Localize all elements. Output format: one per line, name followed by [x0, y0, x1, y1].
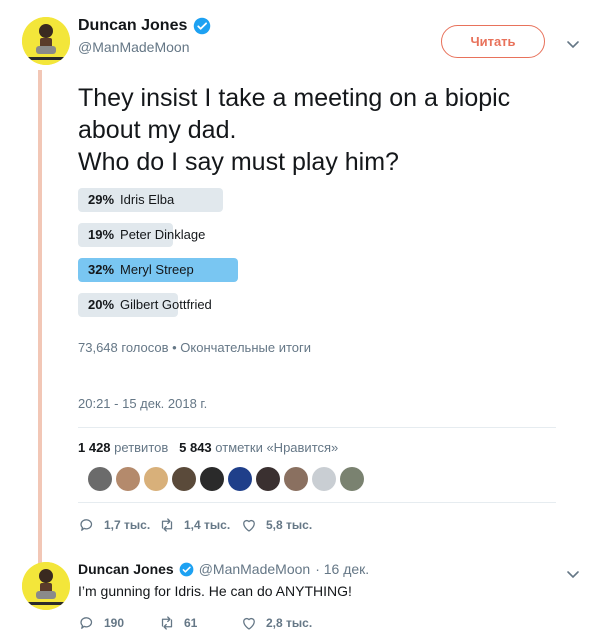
likes-label[interactable]: отметки «Нравится»: [215, 440, 338, 455]
chevron-down-icon[interactable]: [565, 36, 581, 52]
poll-option: 32% Meryl Streep: [78, 258, 498, 282]
like-count: 5,8 тыс.: [266, 518, 313, 532]
retweets-label[interactable]: ретвитов: [114, 440, 168, 455]
heart-icon: [243, 617, 255, 630]
author-name[interactable]: Duncan Jones: [78, 17, 187, 35]
reply-count: 1,7 тыс.: [104, 518, 151, 532]
retweet-action[interactable]: 1,4 тыс.: [158, 516, 240, 534]
reply-author-name[interactable]: Duncan Jones: [78, 561, 174, 577]
liker-avatar[interactable]: [116, 467, 140, 491]
poll-percent: 32%: [88, 262, 115, 277]
poll-option: 20% Gilbert Gottfried: [78, 293, 498, 317]
liker-avatar[interactable]: [88, 467, 112, 491]
poll-option-label: Meryl Streep: [120, 262, 194, 277]
poll-meta: 73,648 голосов • Окончательные итоги: [78, 340, 311, 355]
author-avatar[interactable]: [22, 17, 70, 65]
divider: [78, 427, 556, 428]
likes-count[interactable]: 5 843: [179, 440, 212, 455]
tweet-text: They insist I take a meeting on a biopic…: [78, 82, 568, 178]
liker-avatar[interactable]: [256, 467, 280, 491]
verified-badge-icon: [194, 17, 211, 35]
liker-avatar[interactable]: [144, 467, 168, 491]
reply-icon: [80, 519, 93, 531]
tweet-text-line: They insist I take a meeting on a biopic: [78, 84, 511, 112]
heart-icon: [243, 519, 255, 532]
retweet-count: 61: [184, 616, 198, 630]
reply-date[interactable]: · 16 дек.: [315, 561, 369, 577]
follow-button[interactable]: Читать: [441, 25, 545, 58]
reply-action[interactable]: 190: [78, 614, 158, 632]
chevron-down-icon[interactable]: [565, 566, 581, 582]
liker-avatar[interactable]: [200, 467, 224, 491]
like-action[interactable]: 2,8 тыс.: [240, 614, 312, 632]
like-count: 2,8 тыс.: [266, 616, 313, 630]
poll-option: 29% Idris Elba: [78, 188, 498, 212]
liker-avatar[interactable]: [228, 467, 252, 491]
verified-badge-icon: [179, 562, 194, 576]
reply-author-avatar[interactable]: [22, 562, 70, 610]
tweet-header: Duncan Jones @ManMadeMoon: [78, 17, 211, 55]
author-handle[interactable]: @ManMadeMoon: [78, 39, 211, 55]
reply-actions: 190 61 2,8 тыс.: [78, 614, 312, 632]
poll-option-label: Gilbert Gottfried: [120, 297, 212, 312]
poll: 29% Idris Elba 19% Peter Dinklage 32% Meryl…: [78, 188, 498, 328]
retweet-count: 1,4 тыс.: [184, 518, 231, 532]
liker-avatar[interactable]: [284, 467, 308, 491]
retweet-icon: [161, 518, 173, 532]
thread-line: [38, 70, 42, 566]
poll-percent: 29%: [88, 192, 115, 207]
poll-option-label: Peter Dinklage: [120, 227, 206, 242]
liker-avatar[interactable]: [340, 467, 364, 491]
poll-percent: 20%: [88, 297, 115, 312]
reply-author-handle[interactable]: @ManMadeMoon: [199, 561, 311, 577]
liker-avatars: [88, 467, 364, 491]
retweets-count[interactable]: 1 428: [78, 440, 111, 455]
liker-avatar[interactable]: [172, 467, 196, 491]
tweet-actions: 1,7 тыс. 1,4 тыс. 5,8 тыс.: [78, 516, 312, 534]
liker-avatar[interactable]: [312, 467, 336, 491]
reply-action[interactable]: 1,7 тыс.: [78, 516, 158, 534]
reply-count: 190: [104, 616, 125, 630]
reply-header: Duncan Jones @ManMadeMoon · 16 дек.: [78, 561, 369, 577]
poll-percent: 19%: [88, 227, 115, 242]
poll-option: 19% Peter Dinklage: [78, 223, 498, 247]
reply-text: I’m gunning for Idris. He can do ANYTHIN…: [78, 583, 352, 599]
retweet-icon: [161, 616, 173, 630]
tweet-text-line: Who do I say must play him?: [78, 148, 399, 176]
retweet-action[interactable]: 61: [158, 614, 240, 632]
tweet-text-line: about my dad.: [78, 116, 237, 144]
poll-option-label: Idris Elba: [120, 192, 175, 207]
divider: [78, 502, 556, 503]
tweet-timestamp[interactable]: 20:21 - 15 дек. 2018 г.: [78, 396, 207, 411]
reply-icon: [80, 617, 93, 629]
like-action[interactable]: 5,8 тыс.: [240, 516, 312, 534]
engagement-stats: 1 428 ретвитов 5 843 отметки «Нравится»: [78, 440, 338, 455]
